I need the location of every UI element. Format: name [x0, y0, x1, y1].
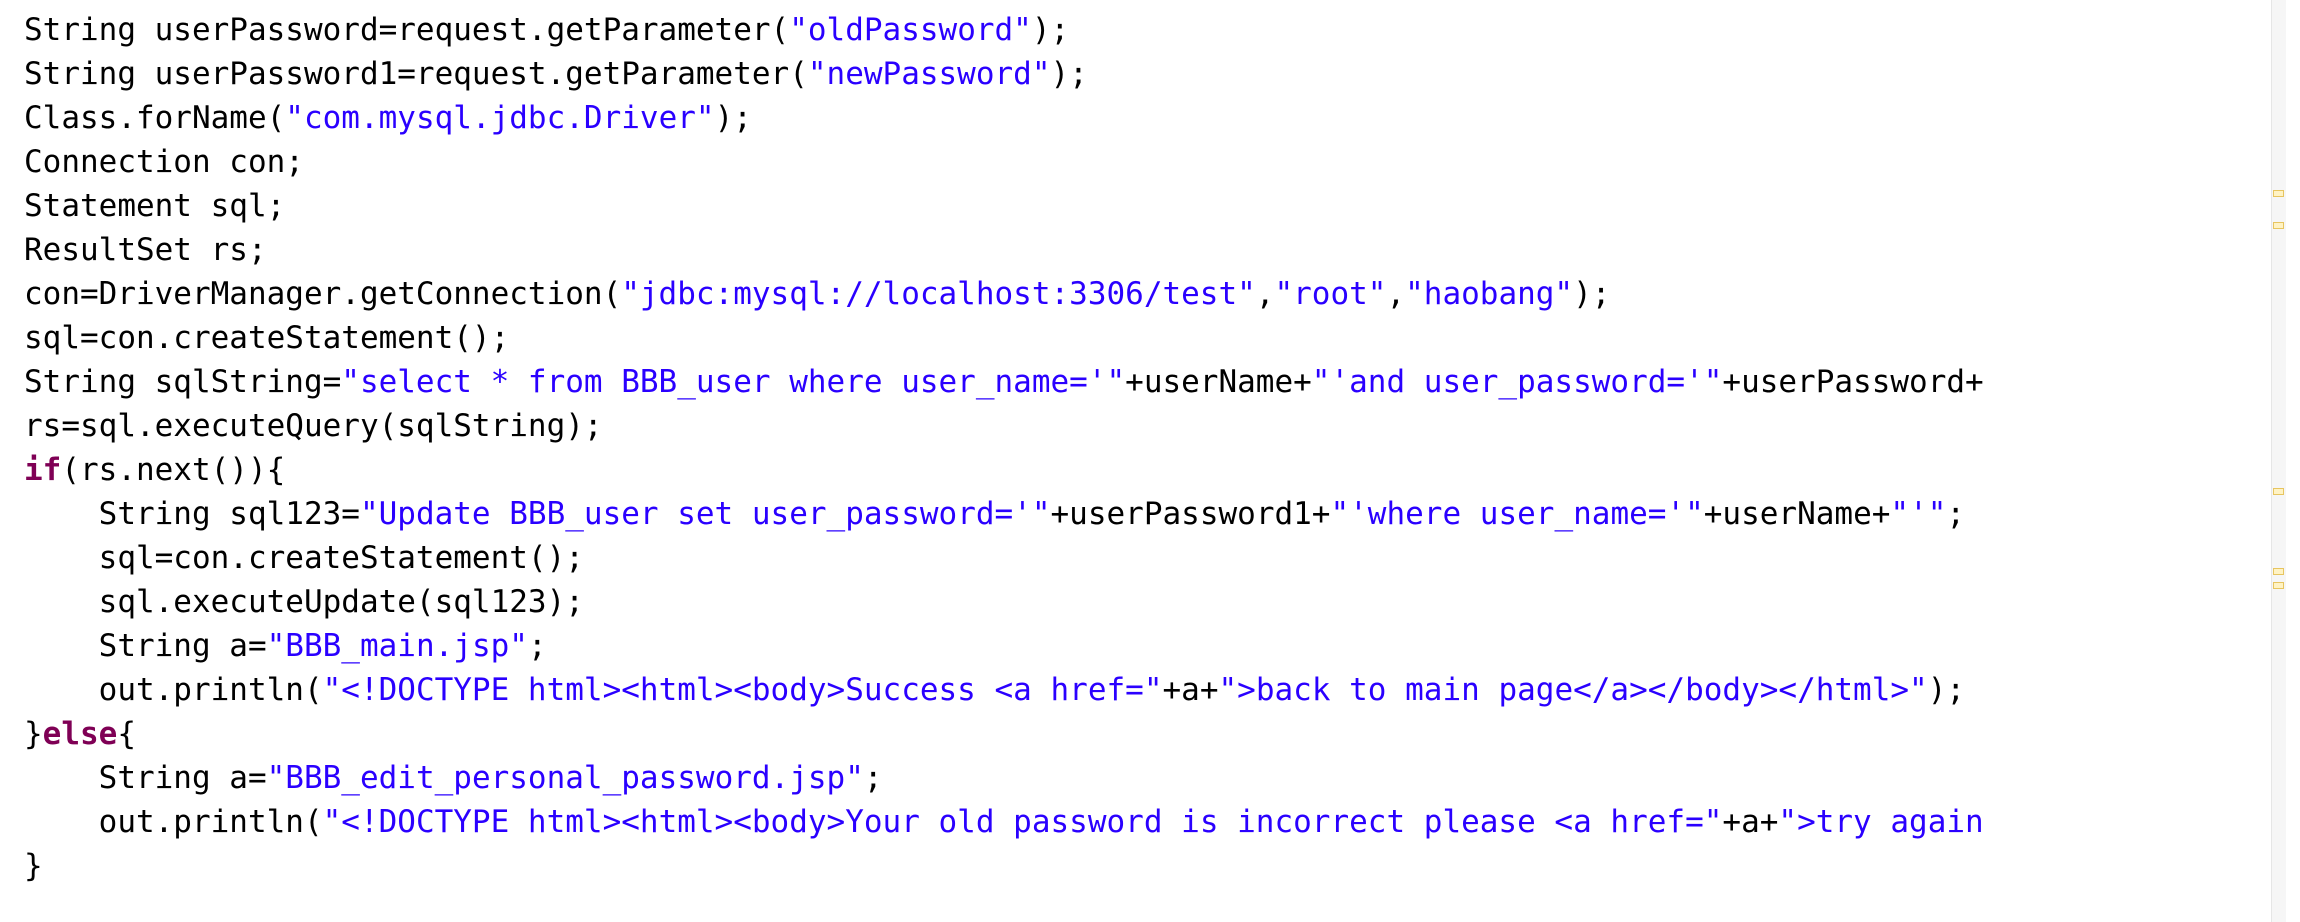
code-line[interactable]: String sql123="Update BBB_user set user_… [24, 492, 2286, 536]
code-token: ; [863, 760, 883, 796]
code-line[interactable]: sql=con.createStatement(); [24, 316, 2286, 360]
code-line[interactable]: Statement sql; [24, 184, 2286, 228]
code-token: Statement sql; [24, 188, 286, 224]
code-token: rs=sql.executeQuery(sqlString); [24, 408, 603, 444]
code-token: ); [1031, 12, 1070, 48]
overview-ruler[interactable] [2271, 0, 2286, 922]
string-literal: "select * from BBB_user where user_name=… [341, 364, 1126, 400]
code-token: String userPassword=request.getParameter… [24, 12, 790, 48]
code-token: sql.executeUpdate(sql123); [98, 584, 584, 620]
string-literal: "<!DOCTYPE html><html><body>Your old pas… [322, 804, 1723, 840]
code-token: String a= [98, 760, 267, 796]
code-token: , [1255, 276, 1275, 312]
code-token: } [24, 716, 43, 752]
string-literal: "root" [1274, 276, 1387, 312]
code-token: Connection con; [24, 144, 304, 180]
warning-marker[interactable] [2273, 582, 2284, 589]
code-line[interactable]: String a="BBB_main.jsp"; [24, 624, 2286, 668]
code-token: ; [1946, 496, 1966, 532]
code-line[interactable]: if(rs.next()){ [24, 448, 2286, 492]
string-literal: "Update BBB_user set user_password='" [359, 496, 1051, 532]
code-token: out.println( [98, 804, 323, 840]
code-line[interactable]: sql=con.createStatement(); [24, 536, 2286, 580]
code-token: con=DriverManager.getConnection( [24, 276, 622, 312]
string-literal: ">try again [1778, 804, 1984, 840]
code-token: (rs.next()){ [61, 452, 286, 488]
code-token: , [1386, 276, 1406, 312]
code-token: +userPassword+ [1722, 364, 1984, 400]
code-line[interactable]: sql.executeUpdate(sql123); [24, 580, 2286, 624]
code-token: ); [714, 100, 752, 136]
string-literal: "'where user_name='" [1330, 496, 1704, 532]
code-text-area[interactable]: String userPassword=request.getParameter… [24, 8, 2286, 888]
string-literal: "com.mysql.jdbc.Driver" [285, 100, 715, 136]
code-token: } [24, 848, 43, 884]
code-line[interactable]: Class.forName("com.mysql.jdbc.Driver"); [24, 96, 2286, 140]
code-token: String sqlString= [24, 364, 342, 400]
code-token: +a+ [1722, 804, 1779, 840]
code-token: String sql123= [98, 496, 360, 532]
code-token: sql=con.createStatement(); [98, 540, 584, 576]
code-token: +a+ [1162, 672, 1219, 708]
code-line[interactable]: }else{ [24, 712, 2286, 756]
code-token: sql=con.createStatement(); [24, 320, 510, 356]
code-line[interactable]: String sqlString="select * from BBB_user… [24, 360, 2286, 404]
string-literal: ">back to main page</a></body></html>" [1218, 672, 1928, 708]
code-line[interactable]: ResultSet rs; [24, 228, 2286, 272]
code-token: String a= [98, 628, 267, 664]
keyword: if [24, 452, 62, 488]
string-literal: "haobang" [1405, 276, 1574, 312]
string-literal: "'and user_password='" [1311, 364, 1723, 400]
code-line[interactable]: String userPassword1=request.getParamete… [24, 52, 2286, 96]
code-token: +userName+ [1125, 364, 1312, 400]
code-token: ResultSet rs; [24, 232, 267, 268]
code-token: ); [1050, 56, 1088, 92]
code-editor[interactable]: String userPassword=request.getParameter… [0, 0, 2286, 922]
warning-marker[interactable] [2273, 568, 2284, 575]
code-line[interactable]: out.println("<!DOCTYPE html><html><body>… [24, 668, 2286, 712]
code-token: ); [1573, 276, 1611, 312]
warning-marker[interactable] [2273, 190, 2284, 197]
string-literal: "BBB_edit_personal_password.jsp" [266, 760, 864, 796]
code-line[interactable]: out.println("<!DOCTYPE html><html><body>… [24, 800, 2286, 844]
code-token: String userPassword1=request.getParamete… [24, 56, 808, 92]
code-token: ); [1927, 672, 1966, 708]
warning-marker[interactable] [2273, 222, 2284, 229]
warning-marker[interactable] [2273, 488, 2284, 495]
code-line[interactable]: String a="BBB_edit_personal_password.jsp… [24, 756, 2286, 800]
code-token: +userPassword1+ [1050, 496, 1331, 532]
string-literal: "jdbc:mysql://localhost:3306/test" [621, 276, 1256, 312]
keyword: else [42, 716, 118, 752]
code-line[interactable]: rs=sql.executeQuery(sqlString); [24, 404, 2286, 448]
code-token: +userName+ [1703, 496, 1891, 532]
code-token: { [117, 716, 136, 752]
code-token: ; [527, 628, 547, 664]
code-line[interactable]: Connection con; [24, 140, 2286, 184]
code-line[interactable]: con=DriverManager.getConnection("jdbc:my… [24, 272, 2286, 316]
code-line[interactable]: String userPassword=request.getParameter… [24, 8, 2286, 52]
string-literal: "BBB_main.jsp" [266, 628, 528, 664]
code-line[interactable]: } [24, 844, 2286, 888]
string-literal: "newPassword" [807, 56, 1051, 92]
string-literal: "<!DOCTYPE html><html><body>Success <a h… [322, 672, 1163, 708]
string-literal: "'" [1890, 496, 1947, 532]
code-token: Class.forName( [24, 100, 286, 136]
code-token: out.println( [98, 672, 323, 708]
string-literal: "oldPassword" [789, 12, 1032, 48]
